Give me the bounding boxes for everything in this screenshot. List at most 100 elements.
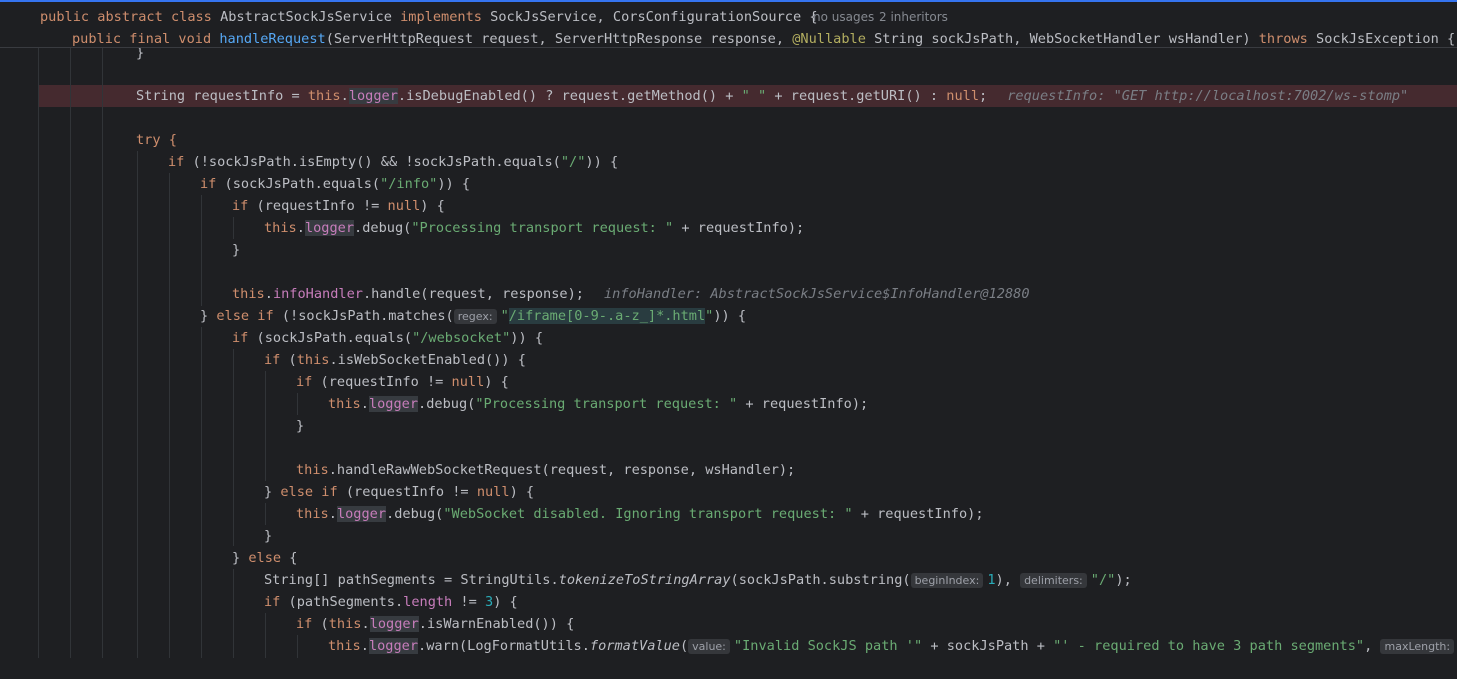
code-line[interactable]: } — [0, 239, 1457, 261]
code-line[interactable]: if (pathSegments.length != 3) { — [0, 591, 1457, 613]
sticky-method-line[interactable]: public final void handleRequest(ServerHt… — [0, 28, 1457, 50]
static-method-call[interactable]: tokenizeToStringArray — [559, 572, 731, 588]
code-line[interactable]: if (sockJsPath.equals("/websocket")) { — [0, 327, 1457, 349]
sticky-class-line[interactable]: public abstract class AbstractSockJsServ… — [0, 6, 1457, 28]
code-token: ( — [312, 616, 329, 632]
code-token: . — [340, 88, 349, 104]
code-line[interactable]: this.infoHandler.handle(request, respons… — [0, 283, 1457, 305]
nullable-annotation: @Nullable — [792, 31, 866, 47]
closing-brace: } — [296, 418, 305, 434]
throws-tail: SockJsException { — [1307, 31, 1456, 47]
null-keyword: null — [476, 484, 510, 500]
logger-field[interactable]: logger — [368, 396, 419, 412]
code-token: .isDebugEnabled() ? request.getMethod() … — [397, 88, 742, 104]
code-line-current[interactable]: String requestInfo = this.logger.isDebug… — [0, 85, 1457, 107]
code-line[interactable]: if (this.isWebSocketEnabled()) { — [0, 349, 1457, 371]
code-token: .warn(LogFormatUtils. — [418, 638, 590, 654]
this-keyword: this — [296, 352, 330, 368]
number-literal: 3 — [485, 594, 494, 610]
code-token: ( — [280, 352, 297, 368]
code-line[interactable]: if (sockJsPath.equals("/info")) { — [0, 173, 1457, 195]
debugger-inline-value[interactable]: requestInfo: "GET http://localhost:7002/… — [1007, 88, 1408, 104]
code-token: + request.getURI() : — [766, 88, 947, 104]
string-literal: "/info" — [380, 176, 438, 192]
this-keyword: this — [328, 396, 361, 412]
code-line[interactable]: String[] pathSegments = StringUtils.toke… — [0, 569, 1457, 591]
class-interfaces: SockJsService, CorsConfigurationSource { — [490, 9, 818, 25]
method-name[interactable]: handleRequest — [219, 31, 325, 47]
code-token: .debug( — [386, 506, 444, 522]
code-token: (requestInfo != — [312, 374, 452, 390]
usages-hint[interactable]: no usages — [813, 6, 874, 28]
code-token: .debug( — [354, 220, 412, 236]
info-handler-field[interactable]: infoHandler — [273, 286, 363, 302]
code-token: ) { — [420, 198, 445, 214]
logger-field[interactable]: logger — [369, 616, 419, 632]
code-token: ) { — [484, 374, 509, 390]
code-line[interactable]: } else if (!sockJsPath.matches(regex: "/i… — [0, 305, 1457, 327]
null-keyword: null — [451, 374, 485, 390]
logger-field[interactable]: logger — [304, 220, 355, 236]
debugger-inline-value[interactable]: infoHandler: AbstractSockJsService$InfoH… — [604, 286, 1030, 302]
class-modifiers: public abstract class — [40, 9, 221, 25]
code-line[interactable]: } — [0, 415, 1457, 437]
code-token: ); — [1115, 572, 1132, 588]
code-line[interactable]: } else if (requestInfo != null) { — [0, 481, 1457, 503]
code-token: + sockJsPath + — [922, 638, 1054, 654]
code-token: (sockJsPath.equals( — [216, 176, 381, 192]
code-token: ( — [679, 638, 689, 654]
code-token: != — [452, 594, 485, 610]
code-token: )) { — [437, 176, 471, 192]
number-literal: 1 — [987, 572, 996, 588]
code-line[interactable]: this.logger.debug("Processing transport … — [0, 217, 1457, 239]
code-token: ) { — [509, 484, 535, 500]
code-line[interactable]: this.logger.warn(LogFormatUtils.formatVa… — [0, 635, 1457, 657]
logger-field[interactable]: logger — [368, 638, 419, 654]
code-token: (!sockJsPath.isEmpty() && !sockJsPath.eq… — [184, 154, 561, 170]
code-line[interactable]: } — [0, 525, 1457, 547]
code-token: } — [200, 308, 217, 324]
if-keyword: if — [264, 352, 281, 368]
null-keyword: null — [387, 198, 421, 214]
if-keyword: if — [296, 616, 313, 632]
code-line[interactable]: try { — [0, 129, 1457, 151]
code-token: ), — [995, 572, 1012, 588]
code-token: + requestInfo); — [673, 220, 805, 236]
code-token: ) { — [493, 594, 518, 610]
code-line[interactable]: this.handleRawWebSocketRequest(request, … — [0, 459, 1457, 481]
string-quote: " — [500, 308, 509, 324]
code-token: .isWebSocketEnabled()) { — [329, 352, 526, 368]
inheritors-hint[interactable]: 2 inheritors — [879, 6, 948, 28]
code-token: ; — [979, 88, 988, 104]
code-token: .handleRawWebSocketRequest(request, resp… — [328, 462, 796, 478]
code-line[interactable]: this.logger.debug("WebSocket disabled. I… — [0, 503, 1457, 525]
code-token: + requestInfo); — [737, 396, 869, 412]
code-token: (pathSegments. — [280, 594, 404, 610]
this-keyword: this — [232, 286, 265, 302]
null-keyword: null — [946, 88, 980, 104]
closing-brace: } — [264, 528, 273, 544]
this-keyword: this — [328, 638, 361, 654]
class-name[interactable]: AbstractSockJsService — [220, 9, 400, 25]
closing-brace: } — [232, 242, 241, 258]
code-line[interactable]: } else { — [0, 547, 1457, 569]
code-line[interactable]: if (requestInfo != null) { — [0, 371, 1457, 393]
string-literal: "/" — [1090, 572, 1116, 588]
method-params-b: String sockJsPath, WebSocketHandler wsHa… — [865, 31, 1259, 47]
sticky-header: public abstract class AbstractSockJsServ… — [0, 0, 1457, 48]
if-keyword: if — [232, 198, 249, 214]
string-literal: " " — [741, 88, 767, 104]
throws-keyword: throws — [1258, 31, 1308, 47]
code-line[interactable]: if (this.logger.isWarnEnabled()) { — [0, 613, 1457, 635]
code-line[interactable]: if (!sockJsPath.isEmpty() && !sockJsPath… — [0, 151, 1457, 173]
code-line[interactable]: if (requestInfo != null) { — [0, 195, 1457, 217]
code-line[interactable]: this.logger.debug("Processing transport … — [0, 393, 1457, 415]
static-method-call[interactable]: formatValue — [590, 638, 680, 654]
code-token: )) { — [510, 330, 544, 346]
parameter-hint-chip: delimiters: — [1020, 573, 1087, 588]
if-keyword: if — [168, 154, 185, 170]
code-token: (sockJsPath.equals( — [248, 330, 413, 346]
logger-field[interactable]: logger — [336, 506, 387, 522]
string-literal: "Processing transport request: " — [475, 396, 738, 412]
logger-field[interactable]: logger — [348, 88, 398, 104]
